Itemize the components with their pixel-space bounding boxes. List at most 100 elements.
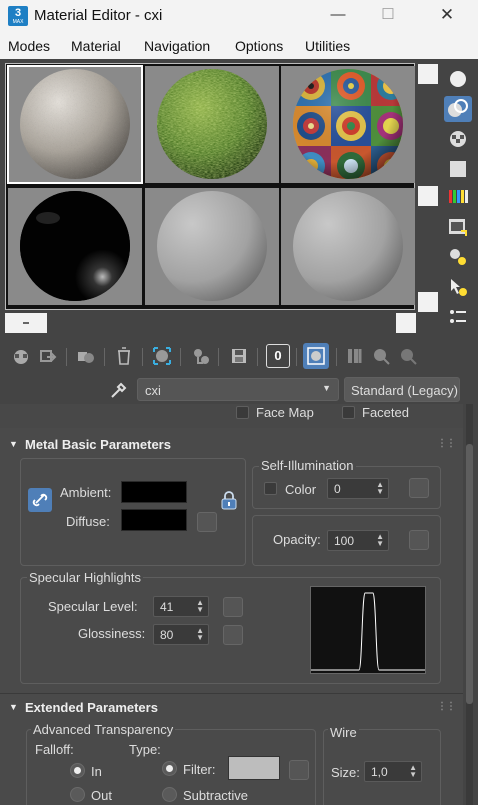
menu-modes[interactable]: Modes xyxy=(8,38,50,54)
color-label: Color xyxy=(285,482,317,497)
type-subtractive-label: Subtractive xyxy=(183,788,249,803)
material-name-row: cxi ▼ Standard (Legacy) xyxy=(0,376,478,404)
video-color-check-icon[interactable] xyxy=(444,184,472,210)
material-type-button[interactable]: Standard (Legacy) xyxy=(344,377,460,402)
go-to-parent-icon[interactable] xyxy=(370,345,392,367)
minimize-button[interactable]: — xyxy=(318,4,358,28)
background-swatch xyxy=(418,292,438,312)
make-unique-icon[interactable] xyxy=(151,345,173,367)
wire-group: Wire Size: 1,0 ▲ ▼ xyxy=(323,725,441,805)
put-to-scene-icon[interactable] xyxy=(37,345,59,367)
ambient-label: Ambient: xyxy=(60,485,112,500)
sample-slot-2[interactable] xyxy=(145,66,279,183)
opacity-spinner[interactable]: 100 ▲ ▼ xyxy=(327,530,389,551)
material-name-field[interactable]: cxi ▼ xyxy=(137,378,339,401)
collapse-arrow-icon: ▼ xyxy=(9,702,18,712)
options-icon[interactable] xyxy=(444,244,472,270)
show-end-result-icon[interactable] xyxy=(344,345,366,367)
falloff-out-label: Out xyxy=(91,788,112,803)
assign-to-selection-icon[interactable] xyxy=(74,345,96,367)
backlight-swatch xyxy=(418,186,438,206)
extended-rollout-header[interactable]: ▼ Extended Parameters ⋮⋮ xyxy=(0,697,463,719)
rollout-title: Metal Basic Parameters xyxy=(25,437,171,452)
type-filter-radio[interactable] xyxy=(162,761,177,776)
select-by-material-icon[interactable] xyxy=(444,274,472,300)
sample-slot-4[interactable] xyxy=(8,188,142,305)
self-illumination-group: Self-Illumination Color 0 ▲ ▼ xyxy=(252,458,441,509)
opacity-label: Opacity: xyxy=(273,532,321,547)
menu-material[interactable]: Material xyxy=(71,38,121,54)
uv-tiling-swatch xyxy=(396,313,416,333)
diffuse-color-swatch[interactable] xyxy=(121,509,187,531)
menu-bar: Modes Material Navigation Options Utilit… xyxy=(0,33,478,59)
diffuse-map-button[interactable] xyxy=(197,512,217,532)
put-to-library-icon[interactable] xyxy=(190,345,212,367)
filter-color-swatch[interactable] xyxy=(228,756,280,780)
chevron-down-icon: ▼ xyxy=(322,383,331,393)
type-subtractive-radio[interactable] xyxy=(162,787,177,802)
glossiness-label: Glossiness: xyxy=(78,626,146,641)
sample-slot-5[interactable] xyxy=(145,188,279,305)
show-shaded-material-icon[interactable] xyxy=(303,343,329,369)
slot-scroll-handle[interactable] xyxy=(5,313,47,333)
lock-link-icon[interactable] xyxy=(28,488,52,512)
backlight-icon[interactable] xyxy=(444,96,472,122)
scrollbar-thumb[interactable] xyxy=(466,444,473,704)
glossiness-spinner[interactable]: 80 ▲ ▼ xyxy=(153,624,209,645)
make-preview-icon[interactable] xyxy=(444,214,472,240)
menu-options[interactable]: Options xyxy=(235,38,283,54)
falloff-in-radio[interactable] xyxy=(70,763,85,778)
rollout-title: Extended Parameters xyxy=(25,700,158,715)
ambient-color-swatch[interactable] xyxy=(121,481,187,503)
faceted-checkbox[interactable] xyxy=(342,406,355,419)
eyedropper-icon[interactable] xyxy=(108,379,130,401)
app-icon: 3 MAX xyxy=(8,6,28,26)
collapse-arrow-icon: ▼ xyxy=(9,439,18,449)
advanced-transparency-group: Advanced Transparency Falloff: Type: In … xyxy=(26,722,316,805)
wire-title: Wire xyxy=(328,725,359,740)
material-toolbar: 0 xyxy=(0,340,478,374)
metal-basic-rollout-header[interactable]: ▼ Metal Basic Parameters ⋮⋮ xyxy=(0,434,463,456)
go-forward-to-sibling-icon[interactable] xyxy=(397,345,419,367)
highlight-curve-graph xyxy=(310,586,426,674)
background-checker-icon[interactable] xyxy=(444,126,472,152)
sample-slot-1[interactable] xyxy=(7,65,143,184)
face-map-label: Face Map xyxy=(256,405,314,420)
self-illum-spinner[interactable]: 0 ▲ ▼ xyxy=(327,478,389,499)
drag-grip-icon: ⋮⋮ xyxy=(437,438,456,449)
face-map-checkbox[interactable] xyxy=(236,406,249,419)
close-button[interactable]: ✕ xyxy=(427,4,467,28)
falloff-in-label: In xyxy=(91,764,102,779)
falloff-label: Falloff: xyxy=(35,742,74,757)
specular-level-spinner[interactable]: 41 ▲ ▼ xyxy=(153,596,209,617)
padlock-icon[interactable] xyxy=(219,491,239,511)
advanced-transparency-title: Advanced Transparency xyxy=(31,722,176,737)
glossiness-map-button[interactable] xyxy=(223,625,243,645)
opacity-map-button[interactable] xyxy=(409,530,429,550)
specular-highlights-group: Specular Highlights Specular Level: 41 ▲ ▼… xyxy=(20,570,441,684)
sample-type-icon[interactable] xyxy=(444,66,472,92)
filter-map-button[interactable] xyxy=(289,760,309,780)
wire-size-spinner[interactable]: 1,0 ▲ ▼ xyxy=(364,761,422,782)
get-material-icon[interactable] xyxy=(10,345,32,367)
sample-slot-3[interactable] xyxy=(281,66,415,183)
material-id-channel[interactable]: 0 xyxy=(266,344,290,368)
sample-uv-tiling-icon[interactable] xyxy=(444,156,472,182)
delete-icon[interactable] xyxy=(113,345,135,367)
sample-slot-6[interactable] xyxy=(281,188,415,305)
self-illum-map-button[interactable] xyxy=(409,478,429,498)
self-illumination-title: Self-Illumination xyxy=(259,458,356,473)
material-map-navigator-icon[interactable] xyxy=(444,304,472,330)
opacity-group: Opacity: 100 ▲ ▼ xyxy=(252,515,441,566)
menu-navigation[interactable]: Navigation xyxy=(144,38,210,54)
maximize-button[interactable]: ☐ xyxy=(368,4,408,28)
title-bar: 3 MAX Material Editor - cxi — ☐ ✕ xyxy=(0,0,478,33)
parameters-panel: Face Map Faceted ▼ Metal Basic Parameter… xyxy=(0,404,463,805)
specular-level-map-button[interactable] xyxy=(223,597,243,617)
menu-utilities[interactable]: Utilities xyxy=(305,38,350,54)
falloff-out-radio[interactable] xyxy=(70,787,85,802)
faceted-label: Faceted xyxy=(362,405,409,420)
window-title: Material Editor - cxi xyxy=(34,7,163,24)
save-material-icon[interactable] xyxy=(228,345,250,367)
color-checkbox[interactable] xyxy=(264,482,277,495)
